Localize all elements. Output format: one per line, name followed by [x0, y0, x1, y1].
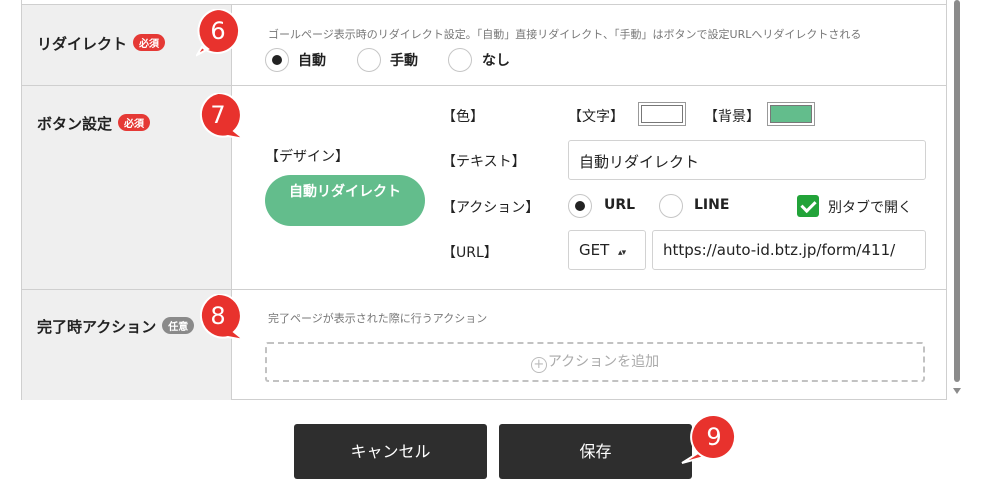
- completion-action-label-text: 完了時アクション: [37, 318, 157, 336]
- action-line-radio[interactable]: [659, 194, 683, 218]
- redirect-manual-radio[interactable]: [357, 48, 381, 72]
- text-color-label: 【文字】: [568, 109, 624, 125]
- required-badge: 必須: [118, 114, 151, 131]
- completion-action-description: 完了ページが表示された際に行うアクション: [268, 312, 488, 325]
- method-value: GET: [579, 241, 610, 259]
- button-text-input[interactable]: 自動リダイレクト: [568, 140, 926, 180]
- bg-color-swatch[interactable]: [767, 102, 815, 126]
- redirect-none-label[interactable]: なし: [482, 50, 510, 70]
- design-preview-button: 自動リダイレクト: [265, 175, 425, 226]
- redirect-row: リダイレクト 必須 ゴールページ表示時のリダイレクト設定。「自動」直接リダイレクト…: [22, 4, 946, 85]
- step-marker-9: 9: [680, 415, 736, 467]
- redirect-description: ゴールページ表示時のリダイレクト設定。「自動」直接リダイレクト、「手動」はボタン…: [268, 28, 862, 41]
- redirect-auto-label[interactable]: 自動: [298, 50, 326, 70]
- button-settings-label-text: ボタン設定: [37, 115, 113, 133]
- marker-number: 7: [210, 101, 226, 129]
- new-tab-label[interactable]: 別タブで開く: [828, 197, 912, 217]
- redirect-auto-radio[interactable]: [265, 48, 289, 72]
- action-label: 【アクション】: [442, 200, 540, 216]
- redirect-none-radio[interactable]: [448, 48, 472, 72]
- redirect-label-text: リダイレクト: [37, 35, 128, 53]
- method-select[interactable]: GET ▴▾: [568, 230, 646, 270]
- text-field-label: 【テキスト】: [442, 154, 526, 170]
- redirect-manual-label[interactable]: 手動: [390, 50, 418, 70]
- required-badge: 必須: [133, 34, 166, 51]
- color-label: 【色】: [442, 109, 484, 125]
- text-color-swatch[interactable]: [638, 102, 686, 126]
- step-marker-6: 6: [196, 9, 248, 61]
- redirect-label: リダイレクト 必須: [37, 33, 166, 54]
- design-label: 【デザイン】: [265, 149, 349, 165]
- url-input[interactable]: https://auto-id.btz.jp/form/411/: [652, 230, 926, 270]
- new-tab-checkbox[interactable]: [797, 195, 819, 217]
- select-arrows-icon: ▴▾: [618, 248, 626, 258]
- optional-badge: 任意: [162, 317, 195, 334]
- button-settings-label: ボタン設定 必須: [37, 113, 151, 134]
- step-marker-7: 7: [196, 93, 248, 145]
- scroll-down-arrow-icon[interactable]: [953, 388, 961, 394]
- url-field-label: 【URL】: [442, 245, 498, 261]
- vertical-scrollbar[interactable]: [952, 0, 962, 400]
- marker-number: 8: [210, 302, 226, 330]
- scrollbar-thumb[interactable]: [954, 0, 960, 382]
- plus-circle-icon: +: [530, 357, 547, 373]
- marker-number: 9: [706, 423, 722, 451]
- add-action-label: アクションを追加: [547, 354, 660, 370]
- add-action-button[interactable]: + アクションを追加: [265, 342, 925, 382]
- step-marker-8: 8: [196, 294, 248, 346]
- action-url-label[interactable]: URL: [604, 197, 635, 213]
- save-button[interactable]: 保存: [499, 424, 692, 479]
- cancel-button[interactable]: キャンセル: [294, 424, 487, 479]
- settings-form: リダイレクト 必須 ゴールページ表示時のリダイレクト設定。「自動」直接リダイレクト…: [21, 0, 947, 400]
- marker-number: 6: [210, 17, 226, 45]
- bg-color-fill: [770, 105, 812, 123]
- action-url-radio[interactable]: [568, 194, 592, 218]
- page: リダイレクト 必須 ゴールページ表示時のリダイレクト設定。「自動」直接リダイレクト…: [0, 0, 986, 497]
- action-line-label[interactable]: LINE: [694, 197, 729, 213]
- bg-color-label: 【背景】: [704, 109, 760, 125]
- text-color-fill: [641, 105, 683, 123]
- completion-action-label: 完了時アクション 任意: [37, 316, 195, 337]
